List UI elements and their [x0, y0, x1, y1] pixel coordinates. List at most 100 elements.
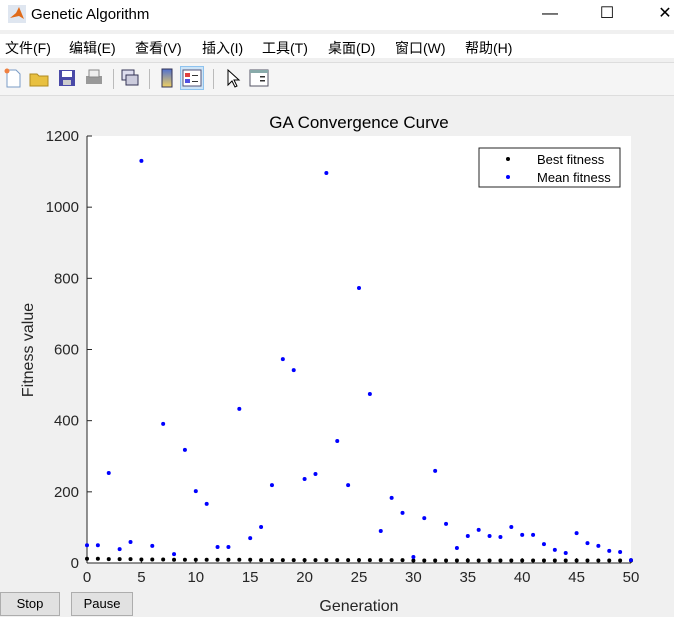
legend-icon[interactable]: [180, 66, 204, 90]
menu-edit[interactable]: 编辑(E): [69, 38, 116, 58]
new-figure-icon[interactable]: [2, 67, 24, 89]
best-fitness-point: [280, 558, 285, 563]
y-tick-label: 400: [54, 413, 79, 430]
best-fitness-point: [454, 558, 459, 563]
mean-fitness-point: [291, 368, 296, 373]
minimize-button[interactable]: —: [530, 2, 570, 26]
best-fitness-point: [422, 558, 427, 563]
y-tick-label: 0: [71, 555, 79, 572]
best-fitness-point: [335, 558, 340, 563]
title-bar: Genetic Algorithm — ☐ ✕: [0, 0, 674, 30]
x-tick-label: 25: [351, 569, 368, 586]
legend: Best fitness Mean fitness: [478, 147, 621, 188]
mean-fitness-point: [117, 547, 122, 552]
best-fitness-point: [509, 558, 514, 563]
x-axis-label: Generation: [319, 598, 398, 615]
stop-button[interactable]: Stop: [0, 592, 60, 616]
best-fitness-point: [629, 558, 633, 563]
mean-fitness-point: [95, 543, 100, 548]
mean-fitness-point: [226, 544, 231, 549]
menu-tools[interactable]: 工具(T): [262, 38, 308, 58]
best-fitness-point: [248, 557, 253, 562]
best-fitness-point: [291, 558, 296, 563]
link-icon[interactable]: [119, 67, 141, 89]
best-fitness-point: [552, 558, 557, 563]
menu-bar: 文件(F) 编辑(E) 查看(V) 插入(I) 工具(T) 桌面(D) 窗口(W…: [0, 34, 674, 58]
mean-fitness-point: [182, 447, 187, 452]
close-button[interactable]: ✕: [645, 2, 674, 26]
best-fitness-point: [476, 558, 481, 563]
mean-fitness-point: [574, 531, 579, 536]
open-icon[interactable]: [28, 67, 50, 89]
best-fitness-point: [204, 557, 209, 562]
colorbar-icon[interactable]: [156, 67, 178, 89]
legend-marker-best: [506, 157, 510, 161]
best-fitness-point: [139, 557, 144, 562]
mean-fitness-point: [563, 551, 568, 556]
toolbar-separator: [113, 69, 114, 89]
mean-fitness-point: [128, 540, 133, 545]
menu-window[interactable]: 窗口(W): [395, 38, 446, 58]
menu-view[interactable]: 查看(V): [135, 38, 182, 58]
save-icon[interactable]: [56, 67, 78, 89]
x-tick-label: 45: [568, 569, 585, 586]
best-fitness-point: [400, 558, 405, 563]
print-icon[interactable]: [83, 67, 105, 89]
best-fitness-point: [215, 557, 220, 562]
menu-file[interactable]: 文件(F): [5, 38, 51, 58]
mean-fitness-point: [585, 541, 590, 546]
toolbar-separator: [149, 69, 150, 89]
best-fitness-point: [465, 558, 470, 563]
best-fitness-point: [411, 558, 416, 563]
mean-fitness-point: [531, 532, 536, 537]
best-fitness-point: [313, 558, 318, 563]
best-fitness-point: [498, 558, 503, 563]
best-fitness-point: [128, 557, 133, 562]
legend-marker-mean: [506, 175, 510, 179]
mean-fitness-point: [139, 158, 144, 163]
mean-fitness-point: [411, 554, 416, 559]
maximize-button[interactable]: ☐: [587, 2, 627, 26]
mean-fitness-point: [85, 543, 89, 548]
pointer-icon[interactable]: [222, 67, 244, 89]
mean-fitness-point: [172, 552, 177, 557]
mean-fitness-point: [248, 536, 253, 541]
best-fitness-point: [85, 556, 89, 561]
best-fitness-point: [520, 558, 525, 563]
best-fitness-point: [302, 558, 307, 563]
best-fitness-point: [531, 558, 536, 563]
best-fitness-point: [117, 557, 122, 562]
mean-fitness-point: [280, 357, 285, 362]
best-fitness-point: [585, 558, 590, 563]
mean-fitness-point: [487, 533, 492, 538]
mean-fitness-point: [596, 543, 601, 548]
y-tick-label: 1200: [46, 128, 79, 145]
matlab-icon: [8, 5, 26, 23]
mean-fitness-point: [313, 472, 318, 477]
best-fitness-point: [389, 558, 394, 563]
window-title: Genetic Algorithm: [31, 6, 150, 23]
menu-help[interactable]: 帮助(H): [465, 38, 512, 58]
y-tick-label: 600: [54, 342, 79, 359]
mean-fitness-point: [150, 543, 155, 548]
y-tick-label: 200: [54, 484, 79, 501]
mean-fitness-point: [422, 516, 427, 521]
pause-button[interactable]: Pause: [71, 592, 133, 616]
menu-desktop[interactable]: 桌面(D): [328, 38, 375, 58]
mean-fitness-point: [509, 525, 514, 530]
plot-area: [87, 136, 631, 563]
mean-fitness-point: [302, 477, 307, 482]
mean-fitness-point: [269, 483, 274, 488]
mean-fitness-point: [346, 483, 351, 488]
best-fitness-point: [106, 557, 111, 562]
best-fitness-point: [172, 557, 177, 562]
best-fitness-point: [574, 558, 579, 563]
property-inspector-icon[interactable]: [248, 67, 270, 89]
best-fitness-point: [433, 558, 438, 563]
y-tick-label: 800: [54, 270, 79, 287]
best-fitness-point: [95, 556, 100, 561]
mean-fitness-point: [454, 546, 459, 551]
best-fitness-point: [541, 558, 546, 563]
x-tick-label: 10: [187, 569, 204, 586]
menu-insert[interactable]: 插入(I): [202, 38, 243, 58]
